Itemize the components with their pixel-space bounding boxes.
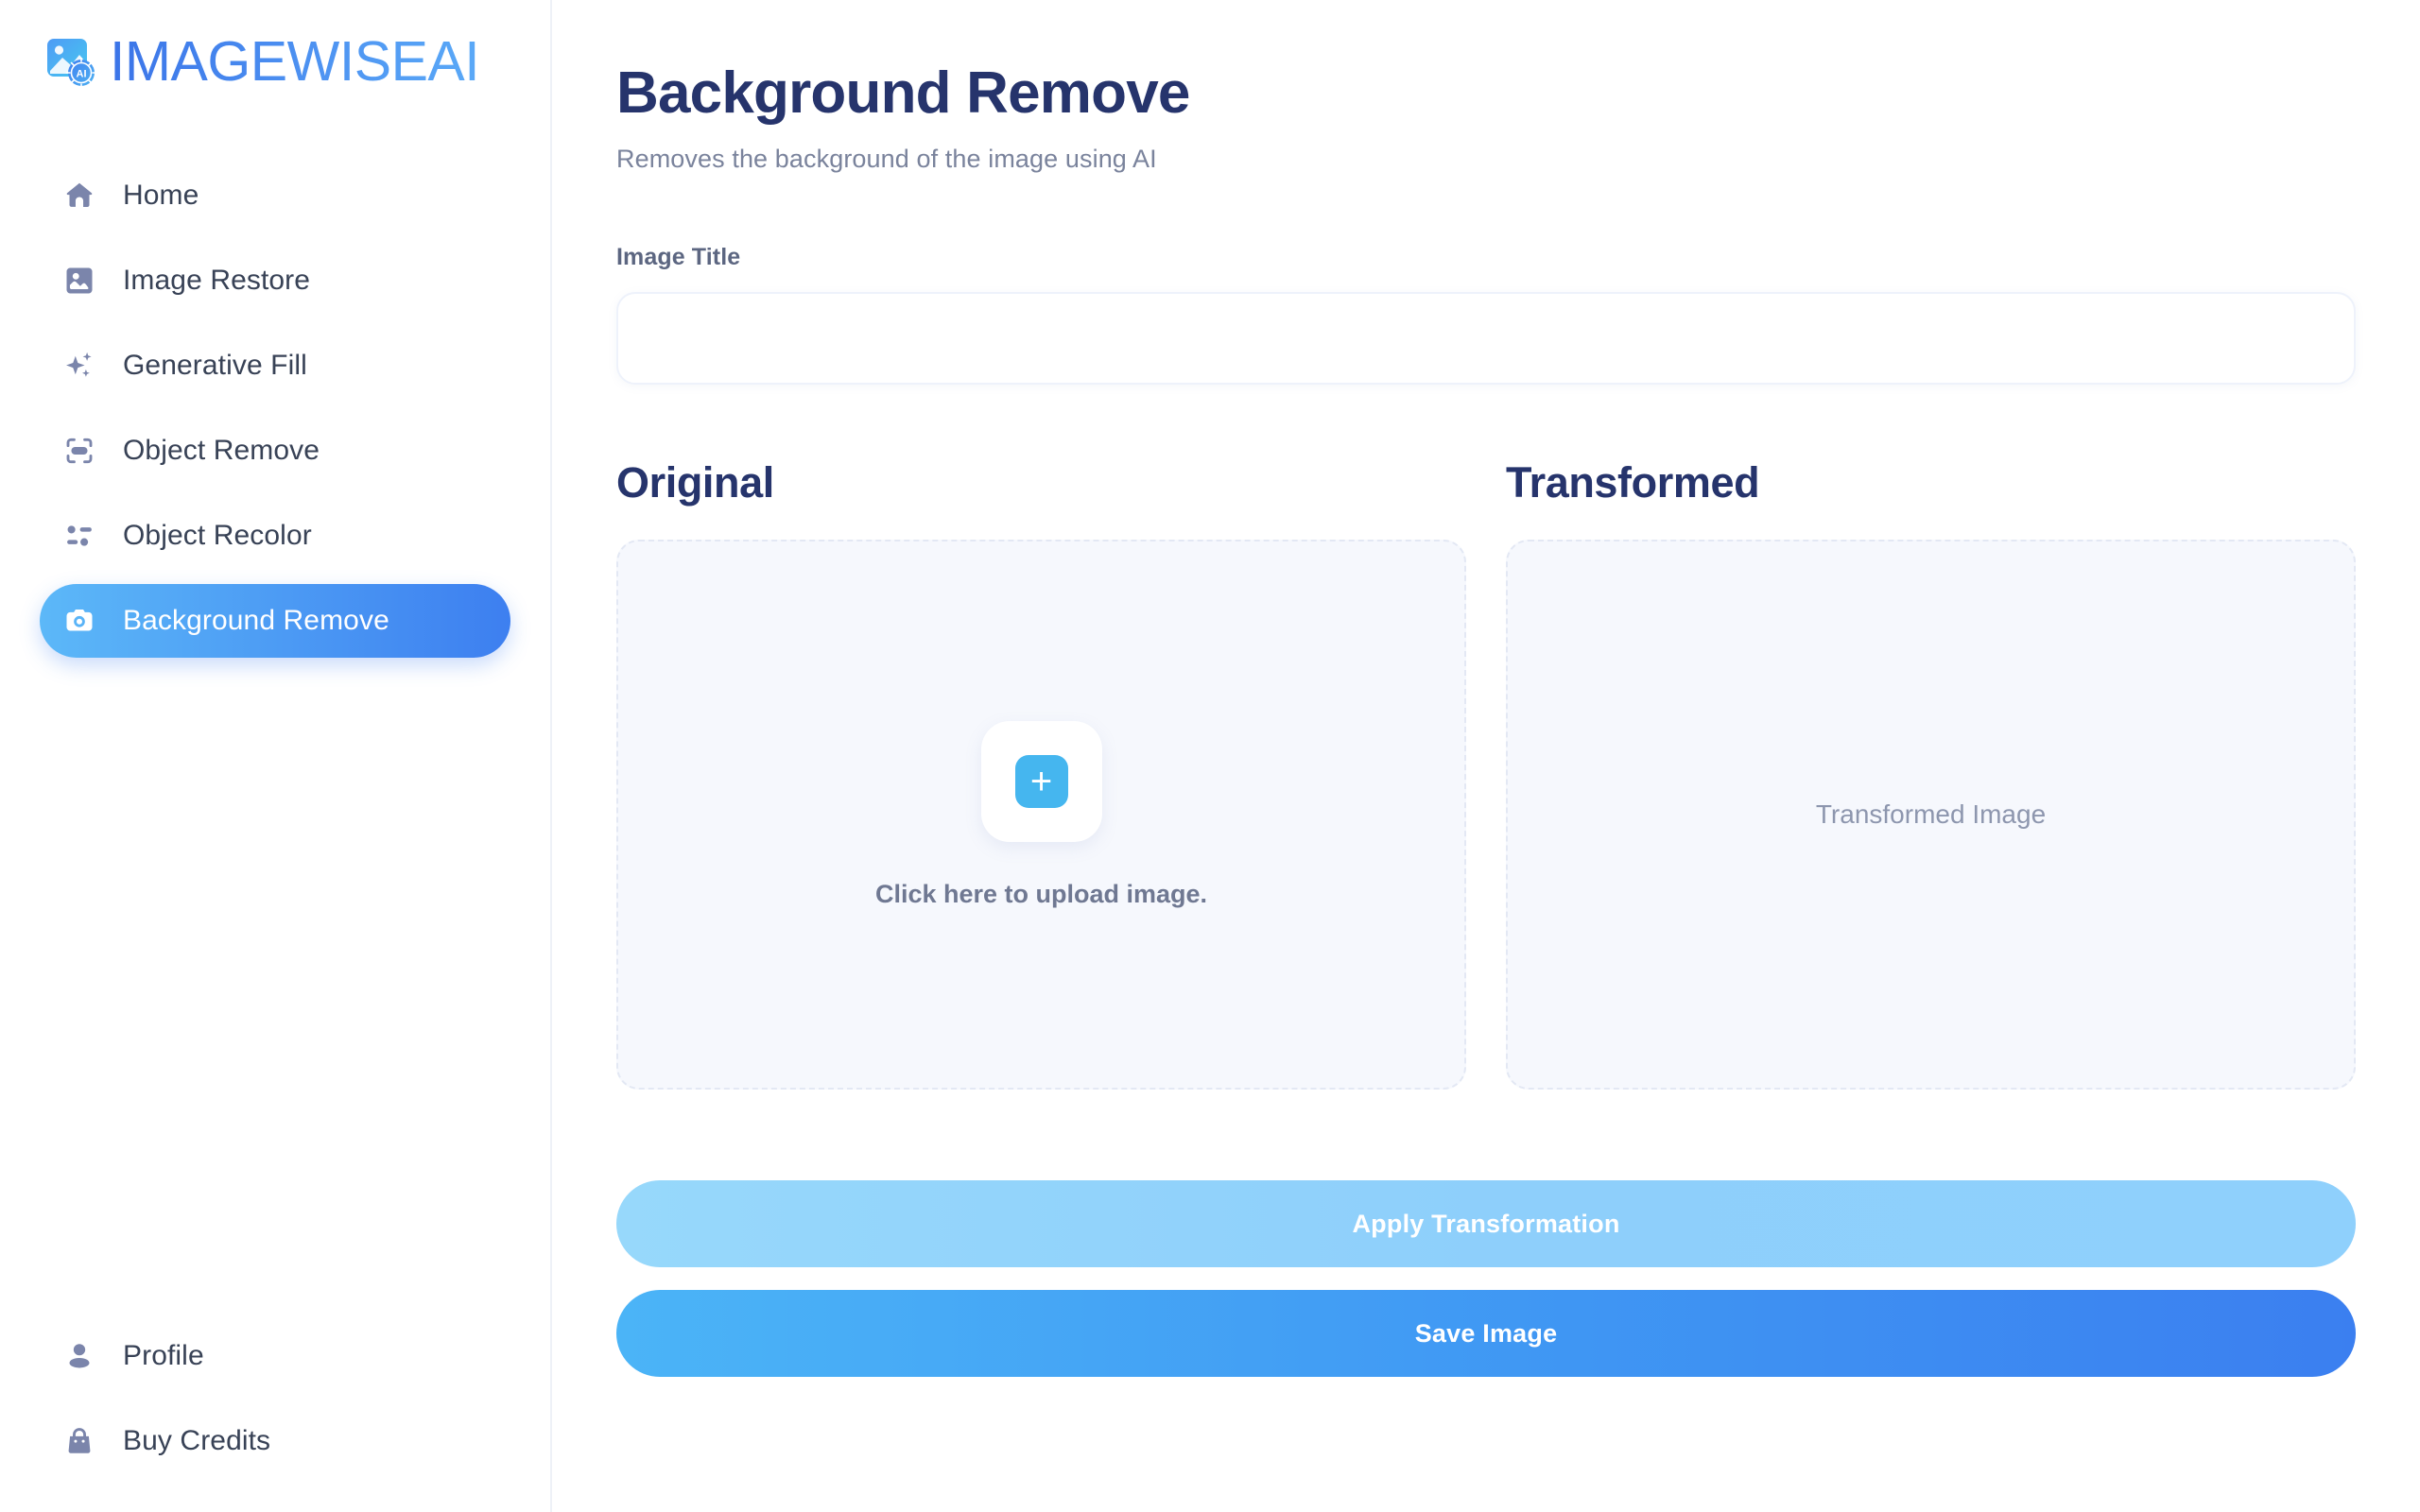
- sidebar-item-background-remove[interactable]: Background Remove: [40, 584, 510, 658]
- apply-transformation-button[interactable]: Apply Transformation: [616, 1180, 2356, 1268]
- image-title-label: Image Title: [616, 244, 741, 271]
- brand-name: IMAGEWISEAI: [110, 29, 480, 93]
- image-upload-dropzone[interactable]: + Click here to upload image.: [616, 540, 1466, 1091]
- sidebar-item-label: Buy Credits: [123, 1425, 271, 1456]
- sidebar-item-label: Background Remove: [123, 605, 389, 636]
- brand-logo-link[interactable]: AI IMAGEWISEAI: [0, 25, 550, 98]
- transformed-heading: Transformed: [1506, 458, 1760, 507]
- upload-hint-text: Click here to upload image.: [874, 879, 1208, 908]
- app-root: AI IMAGEWISEAI Home Image Restore Genera…: [0, 0, 2420, 1512]
- user-icon: [60, 1337, 98, 1375]
- svg-text:AI: AI: [77, 69, 87, 80]
- main-content: Background Remove Removes the background…: [552, 0, 2420, 1512]
- original-heading: Original: [616, 458, 774, 507]
- sidebar-item-profile[interactable]: Profile: [40, 1319, 510, 1393]
- camera-icon: [60, 602, 98, 640]
- page-title: Background Remove: [616, 60, 1190, 126]
- sidebar-item-label: Object Recolor: [123, 520, 312, 551]
- transformed-placeholder-text: Transformed Image: [1815, 799, 2047, 830]
- sidebar-item-label: Image Restore: [123, 265, 311, 296]
- sidebar-item-label: Home: [123, 180, 199, 211]
- sidebar-item-label: Object Remove: [123, 435, 320, 466]
- save-image-button[interactable]: Save Image: [616, 1290, 2356, 1378]
- sidebar-item-object-recolor[interactable]: Object Recolor: [40, 499, 510, 573]
- image-title-input[interactable]: [616, 292, 2356, 386]
- sidebar-item-home[interactable]: Home: [40, 159, 510, 232]
- action-buttons: Apply Transformation Save Image: [616, 1180, 2356, 1378]
- bag-icon: [60, 1422, 98, 1460]
- scan-object-icon: [60, 432, 98, 470]
- sidebar-item-generative-fill[interactable]: Generative Fill: [40, 329, 510, 403]
- home-icon: [60, 177, 98, 215]
- sidebar-item-image-restore[interactable]: Image Restore: [40, 244, 510, 318]
- transformed-image-placeholder: Transformed Image: [1506, 540, 2356, 1091]
- transformed-panel: Transformed Transformed Image: [1506, 458, 2356, 1091]
- upload-card: +: [980, 720, 1102, 842]
- sparkles-icon: [60, 347, 98, 385]
- sliders-icon: [60, 517, 98, 555]
- sidebar-item-object-remove[interactable]: Object Remove: [40, 414, 510, 488]
- sidebar: AI IMAGEWISEAI Home Image Restore Genera…: [0, 0, 552, 1512]
- plus-icon: +: [1014, 754, 1068, 808]
- image-restore-icon: [60, 262, 98, 300]
- sidebar-primary-nav: Home Image Restore Generative Fill Objec…: [0, 153, 550, 663]
- original-panel: Original + Click here to upload image.: [616, 458, 1466, 1091]
- sidebar-item-buy-credits[interactable]: Buy Credits: [40, 1404, 510, 1478]
- image-title-field-group: Image Title: [616, 244, 2356, 386]
- image-ai-logo-icon: AI: [42, 32, 100, 91]
- image-panels: Original + Click here to upload image. T…: [616, 458, 2356, 1091]
- sidebar-item-label: Profile: [123, 1340, 204, 1371]
- sidebar-item-label: Generative Fill: [123, 350, 307, 381]
- sidebar-secondary-nav: Profile Buy Credits: [0, 1314, 550, 1512]
- page-subtitle: Removes the background of the image usin…: [616, 145, 1157, 174]
